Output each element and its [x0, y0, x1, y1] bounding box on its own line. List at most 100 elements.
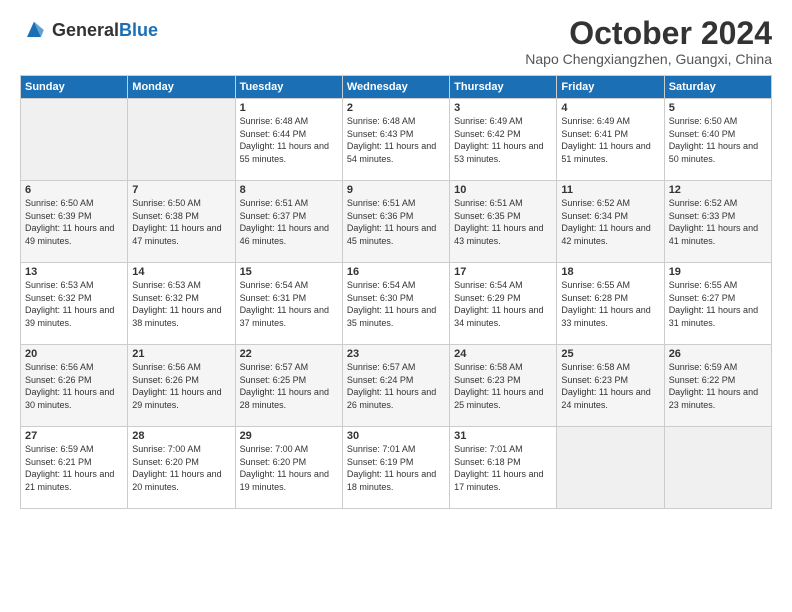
sunset-label: Sunset: 6:35 PM	[454, 211, 521, 221]
day-detail: Sunrise: 6:54 AMSunset: 6:29 PMDaylight:…	[454, 279, 552, 329]
sunset-label: Sunset: 6:41 PM	[561, 129, 628, 139]
calendar-cell: 3Sunrise: 6:49 AMSunset: 6:42 PMDaylight…	[450, 99, 557, 181]
day-number: 6	[25, 184, 123, 196]
day-number: 22	[240, 348, 338, 360]
calendar-cell: 25Sunrise: 6:58 AMSunset: 6:23 PMDayligh…	[557, 345, 664, 427]
calendar-cell	[557, 427, 664, 509]
day-detail: Sunrise: 6:54 AMSunset: 6:30 PMDaylight:…	[347, 279, 445, 329]
day-detail: Sunrise: 6:51 AMSunset: 6:36 PMDaylight:…	[347, 197, 445, 247]
day-number: 3	[454, 102, 552, 114]
sunrise-label: Sunrise: 6:55 AM	[669, 280, 738, 290]
sunrise-label: Sunrise: 6:51 AM	[240, 198, 309, 208]
daylight-label: Daylight: 11 hours and 34 minutes.	[454, 305, 543, 328]
sunrise-label: Sunrise: 6:50 AM	[669, 116, 738, 126]
day-number: 2	[347, 102, 445, 114]
sunset-label: Sunset: 6:23 PM	[561, 375, 628, 385]
day-detail: Sunrise: 7:00 AMSunset: 6:20 PMDaylight:…	[240, 443, 338, 493]
month-title: October 2024	[525, 16, 772, 51]
sunrise-label: Sunrise: 6:59 AM	[669, 362, 738, 372]
weekday-header-monday: Monday	[128, 76, 235, 99]
location-title: Napo Chengxiangzhen, Guangxi, China	[525, 51, 772, 67]
day-detail: Sunrise: 6:48 AMSunset: 6:44 PMDaylight:…	[240, 115, 338, 165]
day-detail: Sunrise: 6:57 AMSunset: 6:24 PMDaylight:…	[347, 361, 445, 411]
sunset-label: Sunset: 6:31 PM	[240, 293, 307, 303]
sunrise-label: Sunrise: 6:51 AM	[454, 198, 523, 208]
calendar-cell: 20Sunrise: 6:56 AMSunset: 6:26 PMDayligh…	[21, 345, 128, 427]
daylight-label: Daylight: 11 hours and 20 minutes.	[132, 469, 221, 492]
calendar-cell: 13Sunrise: 6:53 AMSunset: 6:32 PMDayligh…	[21, 263, 128, 345]
calendar-week-1: 1 Sunrise: 6:48 AM Sunset: 6:44 PM Daylight…	[21, 99, 772, 181]
calendar-cell: 29Sunrise: 7:00 AMSunset: 6:20 PMDayligh…	[235, 427, 342, 509]
sunset-label: Sunset: 6:43 PM	[347, 129, 414, 139]
sunrise-label: Sunrise: 7:01 AM	[347, 444, 416, 454]
day-number: 13	[25, 266, 123, 278]
daylight-label: Daylight: 11 hours and 49 minutes.	[25, 223, 114, 246]
sunset-label: Sunset: 6:18 PM	[454, 457, 521, 467]
weekday-header-saturday: Saturday	[664, 76, 771, 99]
sunset-label: Sunset: 6:21 PM	[25, 457, 92, 467]
logo: GeneralBlue	[20, 16, 158, 44]
calendar-cell: 7Sunrise: 6:50 AMSunset: 6:38 PMDaylight…	[128, 181, 235, 263]
sunrise-label: Sunrise: 6:48 AM	[240, 116, 309, 126]
calendar-cell: 26Sunrise: 6:59 AMSunset: 6:22 PMDayligh…	[664, 345, 771, 427]
daylight-label: Daylight: 11 hours and 25 minutes.	[454, 387, 543, 410]
calendar-cell: 28Sunrise: 7:00 AMSunset: 6:20 PMDayligh…	[128, 427, 235, 509]
day-detail: Sunrise: 6:54 AMSunset: 6:31 PMDaylight:…	[240, 279, 338, 329]
day-detail: Sunrise: 6:48 AMSunset: 6:43 PMDaylight:…	[347, 115, 445, 165]
sunset-label: Sunset: 6:24 PM	[347, 375, 414, 385]
day-detail: Sunrise: 6:59 AMSunset: 6:22 PMDaylight:…	[669, 361, 767, 411]
calendar-cell: 5Sunrise: 6:50 AMSunset: 6:40 PMDaylight…	[664, 99, 771, 181]
daylight-label: Daylight: 11 hours and 46 minutes.	[240, 223, 329, 246]
weekday-header-wednesday: Wednesday	[342, 76, 449, 99]
day-number: 16	[347, 266, 445, 278]
weekday-header-tuesday: Tuesday	[235, 76, 342, 99]
sunset-label: Sunset: 6:22 PM	[669, 375, 736, 385]
day-detail: Sunrise: 6:50 AMSunset: 6:39 PMDaylight:…	[25, 197, 123, 247]
calendar-cell: 8Sunrise: 6:51 AMSunset: 6:37 PMDaylight…	[235, 181, 342, 263]
day-number: 5	[669, 102, 767, 114]
day-number: 1	[240, 102, 338, 114]
calendar-cell: 21Sunrise: 6:56 AMSunset: 6:26 PMDayligh…	[128, 345, 235, 427]
daylight-label: Daylight: 11 hours and 31 minutes.	[669, 305, 758, 328]
daylight-label: Daylight: 11 hours and 19 minutes.	[240, 469, 329, 492]
day-number: 17	[454, 266, 552, 278]
calendar-cell: 17Sunrise: 6:54 AMSunset: 6:29 PMDayligh…	[450, 263, 557, 345]
sunset-label: Sunset: 6:44 PM	[240, 129, 307, 139]
daylight-label: Daylight: 11 hours and 54 minutes.	[347, 141, 436, 164]
calendar-cell	[21, 99, 128, 181]
day-number: 18	[561, 266, 659, 278]
title-block: October 2024 Napo Chengxiangzhen, Guangx…	[525, 16, 772, 67]
day-detail: Sunrise: 6:58 AMSunset: 6:23 PMDaylight:…	[561, 361, 659, 411]
day-number: 21	[132, 348, 230, 360]
sunrise-label: Sunrise: 7:01 AM	[454, 444, 523, 454]
day-detail: Sunrise: 6:49 AMSunset: 6:41 PMDaylight:…	[561, 115, 659, 165]
sunset-label: Sunset: 6:30 PM	[347, 293, 414, 303]
sunset-label: Sunset: 6:26 PM	[132, 375, 199, 385]
logo-blue-text: Blue	[119, 20, 158, 40]
sunset-label: Sunset: 6:25 PM	[240, 375, 307, 385]
sunrise-label: Sunrise: 6:59 AM	[25, 444, 94, 454]
day-detail: Sunrise: 6:53 AMSunset: 6:32 PMDaylight:…	[132, 279, 230, 329]
calendar-cell: 23Sunrise: 6:57 AMSunset: 6:24 PMDayligh…	[342, 345, 449, 427]
sunrise-label: Sunrise: 6:49 AM	[454, 116, 523, 126]
calendar-cell: 30Sunrise: 7:01 AMSunset: 6:19 PMDayligh…	[342, 427, 449, 509]
calendar-cell: 27Sunrise: 6:59 AMSunset: 6:21 PMDayligh…	[21, 427, 128, 509]
day-number: 23	[347, 348, 445, 360]
sunset-label: Sunset: 6:34 PM	[561, 211, 628, 221]
sunrise-label: Sunrise: 6:54 AM	[347, 280, 416, 290]
header: GeneralBlue October 2024 Napo Chengxiang…	[20, 16, 772, 67]
day-number: 12	[669, 184, 767, 196]
sunrise-label: Sunrise: 6:55 AM	[561, 280, 630, 290]
day-number: 11	[561, 184, 659, 196]
calendar-cell: 2Sunrise: 6:48 AMSunset: 6:43 PMDaylight…	[342, 99, 449, 181]
sunrise-label: Sunrise: 6:54 AM	[240, 280, 309, 290]
sunset-label: Sunset: 6:42 PM	[454, 129, 521, 139]
sunset-label: Sunset: 6:39 PM	[25, 211, 92, 221]
sunrise-label: Sunrise: 6:53 AM	[132, 280, 201, 290]
day-number: 27	[25, 430, 123, 442]
sunset-label: Sunset: 6:32 PM	[132, 293, 199, 303]
daylight-label: Daylight: 11 hours and 30 minutes.	[25, 387, 114, 410]
day-number: 19	[669, 266, 767, 278]
weekday-header-row: SundayMondayTuesdayWednesdayThursdayFrid…	[21, 76, 772, 99]
daylight-label: Daylight: 11 hours and 24 minutes.	[561, 387, 650, 410]
